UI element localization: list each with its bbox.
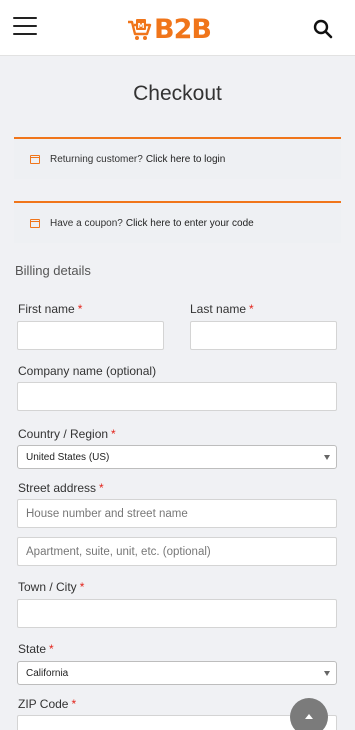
returning-customer-text: Returning customer? <box>50 153 143 165</box>
billing-details-heading: Billing details <box>15 263 91 278</box>
company-label: Company name (optional) <box>18 364 157 378</box>
svg-text:M: M <box>138 22 145 30</box>
scroll-to-top-button[interactable] <box>290 698 328 730</box>
town-field[interactable] <box>17 599 337 628</box>
state-select[interactable]: California <box>17 661 337 685</box>
last-name-label-text: Last name <box>190 302 247 316</box>
chevron-down-icon <box>324 671 330 676</box>
zip-field[interactable] <box>17 715 337 730</box>
company-field[interactable] <box>17 382 337 411</box>
brand-logo[interactable]: M B2B <box>126 13 212 45</box>
street-address-field[interactable] <box>17 499 337 528</box>
required-mark: * <box>99 481 104 495</box>
search-icon[interactable] <box>313 19 333 39</box>
state-label-text: State <box>18 642 47 656</box>
last-name-field[interactable] <box>190 321 337 350</box>
required-mark: * <box>79 580 85 594</box>
state-selected-value: California <box>26 667 69 679</box>
town-label: Town / City * <box>18 580 84 594</box>
apartment-field[interactable] <box>17 537 337 566</box>
calendar-icon <box>30 218 40 228</box>
country-selected-value: United States (US) <box>26 451 110 463</box>
page-title: Checkout <box>133 82 222 105</box>
chevron-down-icon <box>324 455 330 460</box>
required-mark: * <box>49 642 54 656</box>
last-name-label: Last name * <box>190 302 254 316</box>
street-label: Street address * <box>18 481 104 495</box>
coupon-text: Have a coupon? <box>50 217 123 229</box>
country-label-text: Country / Region <box>18 427 109 441</box>
login-link[interactable]: Click here to login <box>146 154 225 165</box>
zip-label: ZIP Code * <box>18 697 76 711</box>
coupon-link[interactable]: Click here to enter your code <box>126 218 254 229</box>
required-mark: * <box>71 697 77 711</box>
street-label-text: Street address <box>18 481 97 495</box>
shopping-cart-icon: M <box>128 19 152 40</box>
required-mark: * <box>77 302 83 316</box>
returning-customer-notice: Returning customer? Click here to login <box>14 137 341 179</box>
hamburger-icon[interactable] <box>13 17 37 37</box>
top-bar: M B2B <box>0 0 355 56</box>
required-mark: * <box>111 427 116 441</box>
first-name-label: First name * <box>18 302 82 316</box>
first-name-label-text: First name <box>18 302 75 316</box>
country-label: Country / Region * <box>18 427 116 441</box>
town-label-text: Town / City <box>18 580 77 594</box>
coupon-notice: Have a coupon? Click here to enter your … <box>14 201 341 243</box>
required-mark: * <box>249 302 254 316</box>
country-select[interactable]: United States (US) <box>17 445 337 469</box>
zip-label-text: ZIP Code <box>18 697 69 711</box>
logo-text: B2B <box>154 13 212 45</box>
state-label: State * <box>18 642 54 656</box>
chevron-up-icon <box>305 714 313 719</box>
calendar-icon <box>30 154 40 164</box>
first-name-field[interactable] <box>17 321 164 350</box>
